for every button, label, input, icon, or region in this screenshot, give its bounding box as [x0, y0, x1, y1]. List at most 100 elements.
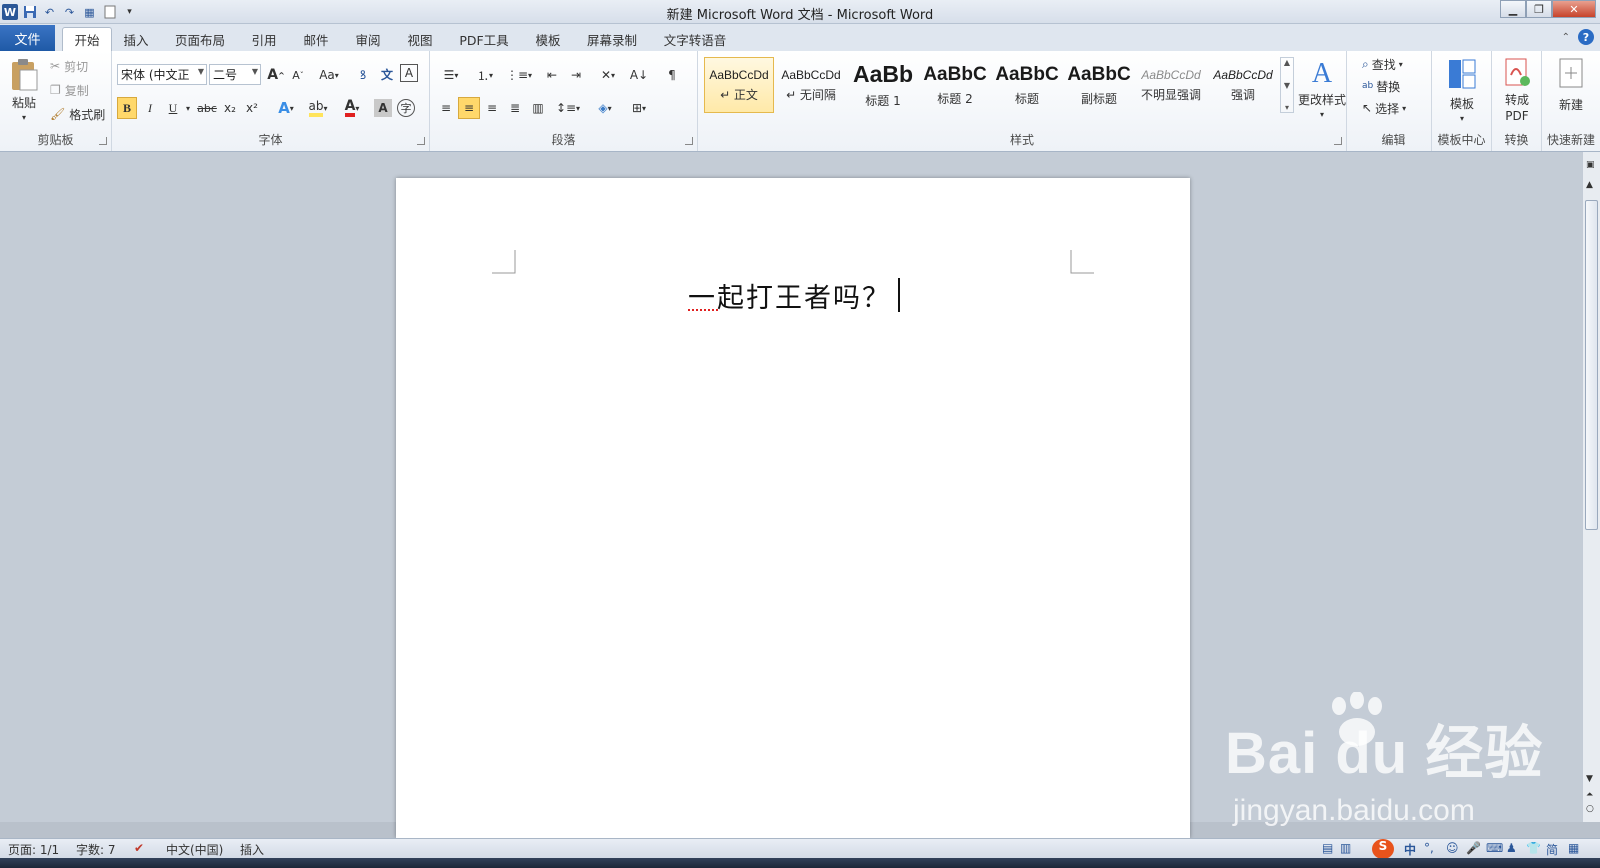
tab-file[interactable]: 文件	[0, 25, 55, 51]
style-heading-2[interactable]: AaBbC 标题 2	[920, 57, 990, 113]
phonetic-guide-icon[interactable]: 文	[376, 63, 398, 85]
styles-scroll[interactable]: ▲ ▼ ▾	[1280, 57, 1294, 113]
style-normal[interactable]: AaBbCcDd ↵ 正文	[704, 57, 774, 113]
align-center-icon[interactable]: ≡	[458, 97, 480, 119]
template-button[interactable]: 模板 ▾	[1438, 55, 1486, 125]
italic-button[interactable]: I	[140, 97, 160, 119]
document-text[interactable]: 一起打王者吗？	[688, 276, 891, 315]
ruler-toggle-icon[interactable]: ▣	[1586, 160, 1595, 170]
convert-pdf-button[interactable]: 转成 PDF	[1496, 55, 1538, 125]
paragraph-launcher-icon[interactable]	[685, 137, 693, 145]
vertical-scrollbar[interactable]: ▣ ▲ ▼ ⏶ ○	[1582, 152, 1600, 822]
language-indicator[interactable]: 中文(中国)	[166, 841, 223, 858]
increase-indent-icon[interactable]: ⇥	[566, 64, 586, 86]
new-button[interactable]: 新建	[1548, 55, 1594, 115]
shading-icon[interactable]: ◈ ▾	[590, 97, 620, 119]
clear-format-icon[interactable]: ꝸ	[352, 63, 374, 85]
maximize-icon[interactable]: ❐	[1526, 0, 1552, 18]
underline-dropdown-icon[interactable]: ▾	[183, 97, 193, 119]
chevron-down-icon[interactable]: ▼	[1284, 81, 1290, 90]
text-effects-icon[interactable]: A ▾	[272, 97, 300, 119]
format-painter-button[interactable]: 🖌 格式刷	[50, 105, 105, 123]
minimize-ribbon-icon[interactable]: ⌃	[1562, 32, 1570, 43]
tab-view[interactable]: 视图	[402, 27, 438, 51]
bold-button[interactable]: B	[117, 97, 137, 119]
scroll-thumb[interactable]	[1585, 200, 1598, 530]
style-title[interactable]: AaBbC 标题	[992, 57, 1062, 113]
find-button[interactable]: ⌕ 查找 ▾	[1362, 55, 1403, 73]
paste-button[interactable]: 粘贴 ▾	[4, 55, 44, 125]
emoji-icon[interactable]: ☺	[1446, 841, 1459, 855]
tab-references[interactable]: 引用	[246, 27, 282, 51]
insert-mode[interactable]: 插入	[240, 841, 264, 858]
show-marks-icon[interactable]: ¶	[662, 64, 682, 86]
change-styles-button[interactable]: A 更改样式 ▾	[1298, 55, 1346, 123]
grow-font-button[interactable]: A ^	[266, 65, 286, 85]
close-icon[interactable]: ✕	[1552, 0, 1596, 18]
tab-pdf-tools[interactable]: PDF工具	[456, 27, 512, 51]
distributed-icon[interactable]: ▥	[528, 97, 548, 119]
strikethrough-button[interactable]: abc	[196, 97, 218, 119]
microphone-icon[interactable]: 🎤	[1466, 841, 1481, 855]
clipboard-launcher-icon[interactable]	[99, 137, 107, 145]
chinese-layout-icon[interactable]: ✕ ▾	[594, 64, 622, 86]
numbering-icon[interactable]: ⒈ ▾	[470, 64, 500, 86]
tab-mailings[interactable]: 邮件	[298, 27, 334, 51]
tab-page-layout[interactable]: 页面布局	[172, 27, 228, 51]
styles-launcher-icon[interactable]	[1334, 137, 1342, 145]
document-page[interactable]: 一起打王者吗？	[396, 178, 1190, 838]
style-subtle-emphasis[interactable]: AaBbCcDd 不明显强调	[1136, 57, 1206, 113]
font-launcher-icon[interactable]	[417, 137, 425, 145]
justify-icon[interactable]: ≣	[505, 97, 525, 119]
select-button[interactable]: ↖ 选择 ▾	[1362, 99, 1406, 117]
ime-language[interactable]: 中	[1404, 841, 1416, 858]
shrink-font-button[interactable]: Aˇ	[288, 65, 308, 85]
highlight-icon[interactable]: ab ▾	[304, 97, 332, 119]
change-case-button[interactable]: Aa ▾	[316, 65, 342, 85]
char-border-icon[interactable]: A	[400, 64, 418, 82]
toolbox-icon[interactable]: ▦	[1568, 841, 1579, 855]
tab-insert[interactable]: 插入	[118, 27, 154, 51]
skin-icon[interactable]: 👕	[1526, 841, 1541, 855]
tab-template[interactable]: 模板	[530, 27, 566, 51]
style-emphasis[interactable]: AaBbCcDd 强调	[1208, 57, 1278, 113]
font-color-icon[interactable]: A ▾	[338, 97, 366, 119]
tab-review[interactable]: 审阅	[350, 27, 386, 51]
bullets-icon[interactable]: ☰ ▾	[436, 64, 466, 86]
prev-page-icon[interactable]: ⏶	[1586, 790, 1593, 800]
style-subtitle[interactable]: AaBbC 副标题	[1064, 57, 1134, 113]
reading-view-icon[interactable]: ▥	[1340, 841, 1351, 855]
ime-punctuation[interactable]: °,	[1424, 841, 1434, 855]
scroll-down-icon[interactable]: ▼	[1586, 774, 1593, 784]
simplified-icon[interactable]: 简	[1546, 841, 1558, 858]
proofing-icon[interactable]: ✔	[134, 841, 144, 855]
multilevel-list-icon[interactable]: ⋮≡ ▾	[504, 64, 534, 86]
cut-button[interactable]: ✂ 剪切	[50, 57, 88, 75]
print-layout-icon[interactable]: ▤	[1322, 841, 1333, 855]
align-left-icon[interactable]: ≡	[436, 97, 456, 119]
keyboard-icon[interactable]: ⌨	[1486, 841, 1503, 855]
char-shading-icon[interactable]: A	[374, 99, 392, 117]
underline-button[interactable]: U	[163, 97, 183, 119]
line-spacing-icon[interactable]: ↕≡ ▾	[554, 97, 582, 119]
superscript-button[interactable]: x²	[242, 97, 262, 119]
sort-icon[interactable]: A↓	[628, 64, 650, 86]
replace-button[interactable]: ab 替换	[1362, 77, 1400, 95]
style-no-spacing[interactable]: AaBbCcDd ↵ 无间隔	[776, 57, 846, 113]
tab-text-to-speech[interactable]: 文字转语音	[660, 27, 730, 51]
more-icon[interactable]: ▾	[1285, 103, 1289, 112]
tab-home[interactable]: 开始	[62, 27, 112, 51]
enclose-char-icon[interactable]: 字	[397, 99, 415, 117]
font-family-select[interactable]: 宋体 (中文正 ▼	[117, 64, 207, 85]
select-browse-icon[interactable]: ○	[1586, 804, 1594, 814]
tab-screen-record[interactable]: 屏幕录制	[584, 27, 640, 51]
copy-button[interactable]: ❐ 复制	[50, 81, 89, 99]
borders-icon[interactable]: ⊞ ▾	[624, 97, 654, 119]
user-icon[interactable]: ♟	[1506, 841, 1517, 855]
decrease-indent-icon[interactable]: ⇤	[542, 64, 562, 86]
scroll-up-icon[interactable]: ▲	[1586, 180, 1593, 190]
style-heading-1[interactable]: AaBb 标题 1	[848, 57, 918, 113]
sogou-ime-icon[interactable]: S	[1372, 839, 1394, 859]
subscript-button[interactable]: x₂	[220, 97, 240, 119]
page-count[interactable]: 页面: 1/1	[8, 841, 59, 858]
